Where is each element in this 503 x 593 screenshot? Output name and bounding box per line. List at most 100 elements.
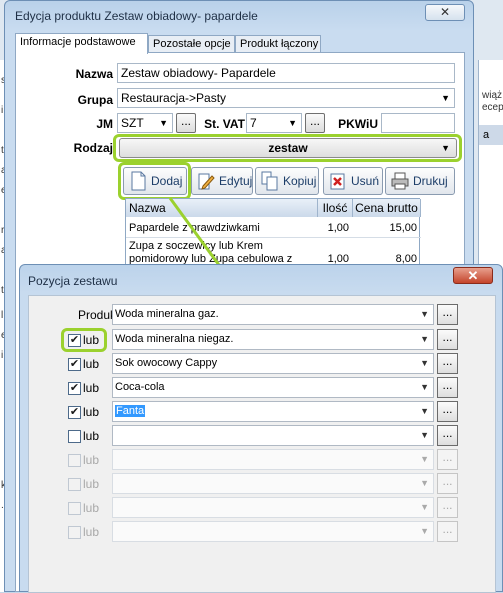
tab-other-options[interactable]: Pozostałe opcje	[148, 35, 235, 53]
alternative-browse-button[interactable]: ...	[437, 377, 458, 398]
chevron-down-icon: ▼	[288, 118, 297, 128]
chevron-down-icon: ▼	[159, 118, 168, 128]
alternative-value: Coca-cola	[115, 381, 165, 393]
alternative-or-label: lub	[83, 405, 100, 419]
alternative-browse-button[interactable]: ...	[437, 425, 458, 446]
vat-browse-button[interactable]: ...	[305, 113, 325, 133]
alternative-select: ▼	[112, 473, 434, 494]
set-item-dialog: Pozycja zestawu ✕ Produkt Woda mineralna…	[19, 264, 503, 593]
dialog-close-button[interactable]: ✕	[453, 267, 493, 284]
bg-text: i	[1, 105, 4, 116]
chevron-down-icon: ▼	[420, 406, 429, 416]
group-label: Grupa	[77, 93, 113, 107]
print-label: Drukuj	[413, 174, 448, 188]
chevron-down-icon: ▼	[420, 454, 429, 464]
highlight-frame	[118, 162, 191, 200]
alternative-value: Woda mineralna niegaz.	[115, 333, 234, 345]
alternative-browse-button[interactable]: ...	[437, 353, 458, 374]
tab-combined-product[interactable]: Produkt łączony	[235, 35, 321, 53]
name-input[interactable]: Zestaw obiadowy- Papardele	[117, 63, 455, 83]
alternative-select: ▼	[112, 521, 434, 542]
vat-label: St. VAT	[204, 117, 245, 131]
alternative-browse-button: ...	[437, 449, 458, 470]
printer-icon	[391, 171, 409, 191]
alternative-value: Sok owocowy Cappy	[115, 357, 218, 369]
copy-button[interactable]: Kopiuj	[255, 167, 319, 195]
delete-label: Usuń	[351, 174, 380, 188]
alternative-or-label: lub	[83, 501, 100, 515]
alternative-select[interactable]: Sok owocowy Cappy ▼	[112, 353, 434, 374]
vat-value: 7	[250, 116, 257, 130]
vat-select[interactable]: 7 ▼	[246, 113, 302, 133]
close-button[interactable]: ✕	[425, 4, 465, 21]
copy-label: Kopiuj	[283, 174, 317, 188]
alternative-browse-button[interactable]: ...	[437, 329, 458, 350]
chevron-down-icon: ▼	[420, 430, 429, 440]
edit-button[interactable]: Edytuj	[191, 167, 253, 195]
bg-text: l	[1, 310, 4, 321]
edit-label: Edytuj	[219, 174, 253, 188]
alternative-checkbox	[68, 454, 81, 467]
alternative-or-label: lub	[83, 357, 100, 371]
unit-value: SZT	[121, 116, 144, 130]
product-browse-button[interactable]: ...	[437, 304, 458, 325]
column-header-qty[interactable]: Ilość	[318, 199, 353, 217]
group-select[interactable]: Restauracja->Pasty ▼	[117, 88, 455, 108]
alternative-checkbox	[68, 526, 81, 539]
print-button[interactable]: Drukuj	[385, 167, 455, 195]
alternative-or-label: lub	[83, 525, 100, 539]
alternative-select[interactable]: ▼	[112, 425, 434, 446]
type-label: Rodzaj	[73, 141, 113, 155]
unit-select[interactable]: SZT ▼	[117, 113, 173, 133]
alternative-browse-button[interactable]: ...	[437, 401, 458, 422]
table-cell-price[interactable]: 15,00	[353, 222, 417, 235]
alternative-value: Fanta	[115, 405, 146, 417]
tab-basic-info[interactable]: Informacje podstawowe	[15, 33, 148, 54]
highlight-frame	[113, 134, 462, 162]
alternative-checkbox	[68, 502, 81, 515]
product-value: Woda mineralna gaz.	[115, 308, 219, 320]
edit-pencil-icon	[197, 171, 215, 191]
unit-label: JM	[96, 117, 113, 131]
alternative-checkbox	[68, 478, 81, 491]
alternative-browse-button: ...	[437, 497, 458, 518]
chevron-down-icon: ▼	[420, 478, 429, 488]
name-label: Nazwa	[75, 67, 113, 81]
alternative-or-label: lub	[83, 477, 100, 491]
column-header-price[interactable]: Cena brutto	[353, 199, 421, 217]
alternative-checkbox[interactable]: ✔	[68, 382, 81, 395]
table-cell-qty[interactable]: 1,00	[318, 222, 349, 235]
chevron-down-icon: ▼	[441, 93, 450, 103]
pkwiu-label: PKWiU	[338, 117, 378, 131]
product-select[interactable]: Woda mineralna gaz. ▼	[112, 304, 434, 325]
alternative-or-label: lub	[83, 453, 100, 467]
pkwiu-input[interactable]	[381, 113, 455, 133]
alternative-checkbox[interactable]	[68, 430, 81, 443]
chevron-down-icon: ▼	[420, 309, 429, 319]
alternative-checkbox[interactable]: ✔	[68, 358, 81, 371]
alternative-select: ▼	[112, 497, 434, 518]
delete-icon	[329, 171, 347, 191]
chevron-down-icon: ▼	[420, 382, 429, 392]
bg-text: i	[1, 350, 4, 361]
alternative-browse-button: ...	[437, 521, 458, 542]
chevron-down-icon: ▼	[420, 526, 429, 536]
alternative-select[interactable]: Woda mineralna niegaz. ▼	[112, 329, 434, 350]
alternative-select: ▼	[112, 449, 434, 470]
unit-browse-button[interactable]: ...	[176, 113, 196, 133]
alternative-or-label: lub	[83, 381, 100, 395]
alternative-select[interactable]: Coca-cola ▼	[112, 377, 434, 398]
group-value: Restauracja->Pasty	[121, 91, 227, 105]
alternative-or-label: lub	[83, 429, 100, 443]
chevron-down-icon: ▼	[420, 502, 429, 512]
highlight-frame	[61, 328, 107, 352]
dialog-title: Pozycja zestawu	[28, 274, 118, 288]
alternative-checkbox[interactable]: ✔	[68, 406, 81, 419]
alternative-select[interactable]: Fanta ▼	[112, 401, 434, 422]
copy-icon	[261, 171, 279, 191]
alternative-browse-button: ...	[437, 473, 458, 494]
bg-text: wiąż ecep	[482, 90, 503, 113]
bg-column-header: a	[479, 125, 503, 145]
window-title: Edycja produktu Zestaw obiadowy- paparde…	[15, 9, 258, 23]
delete-button[interactable]: Usuń	[323, 167, 383, 195]
